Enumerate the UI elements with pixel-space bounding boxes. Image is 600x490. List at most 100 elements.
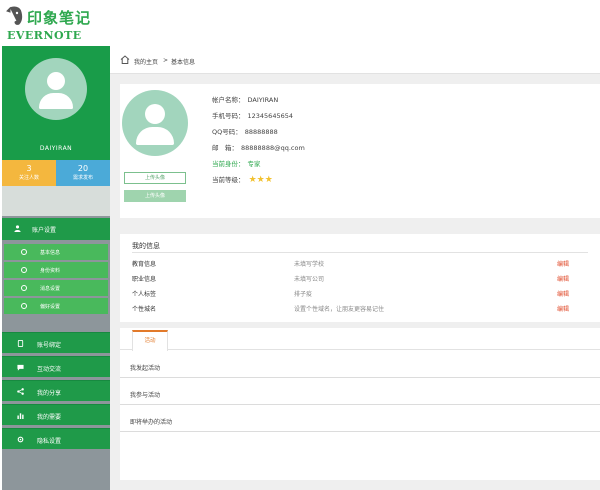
- avatar[interactable]: [25, 58, 87, 120]
- row-value: 未填写学校: [294, 261, 325, 268]
- tab-activities[interactable]: 活动: [132, 330, 168, 351]
- stat-follow-count: 3: [26, 164, 32, 173]
- circle-icon: [21, 303, 27, 309]
- activities-tab-bar: 活动: [120, 328, 600, 351]
- sidebar-item-privacy[interactable]: 隐私设置: [2, 428, 110, 449]
- breadcrumb-separator: >: [163, 57, 169, 64]
- home-icon[interactable]: [120, 55, 130, 64]
- field-account-name: 帐户名称： DAIYIRAN: [212, 94, 278, 104]
- activity-row-label: 我参与活动: [130, 392, 161, 399]
- profile-avatar[interactable]: [122, 90, 188, 156]
- field-value: 88888888: [244, 128, 278, 136]
- sidebar-item-my-shares[interactable]: 我的分享: [2, 380, 110, 401]
- sidebar-profile: DAIYIRAN: [2, 46, 110, 160]
- info-row-domain: 个性城名 设置个性域名，让朋友更容易记住 编辑: [132, 301, 588, 315]
- circle-icon: [21, 267, 27, 273]
- sidebar-username: DAIYIRAN: [39, 145, 73, 152]
- row-value: 排子疫: [294, 291, 313, 298]
- field-value: 专家: [247, 160, 261, 168]
- evernote-elephant-icon: [6, 6, 23, 25]
- activity-row-label: 即将举办的活动: [130, 419, 173, 426]
- avatar-body-icon: [39, 93, 73, 109]
- star-icon: ★: [264, 175, 273, 185]
- field-label: 帐户名称：: [212, 96, 245, 104]
- my-info-card: 我的信息 教育信息 未填写学校 编辑 职业信息 未填写公司 编辑 个人标签 排子…: [120, 234, 600, 322]
- sidebar-item-label: 我的需要: [37, 414, 62, 421]
- field-value: 88888888@qq.com: [241, 144, 305, 152]
- activities-card: 活动 我发起活动 我参与活动 即将举办的活动: [120, 328, 600, 480]
- field-label: 当前等级：: [212, 176, 245, 184]
- stat-publish-label: 需求发布: [72, 175, 93, 181]
- stat-publish[interactable]: 20 需求发布: [56, 160, 110, 186]
- sidebar-item-identity[interactable]: 身份资料: [4, 262, 108, 278]
- sidebar: DAIYIRAN 3 关注人数 20 需求发布 账户设置 基本信息 身份资料 消…: [2, 46, 110, 490]
- logo-en-text: EVERNOTE: [7, 29, 82, 42]
- sidebar-item-label: 我的分享: [37, 390, 62, 397]
- person-icon: [14, 225, 21, 232]
- sidebar-account-settings[interactable]: 账户设置: [2, 218, 110, 240]
- sidebar-item-my-needs[interactable]: 我的需要: [2, 404, 110, 425]
- sidebar-item-preferences[interactable]: 偏好设置: [4, 298, 108, 314]
- field-qq: QQ号码： 88888888: [212, 126, 278, 136]
- info-row-career: 职业信息 未填写公司 编辑: [132, 271, 588, 285]
- breadcrumb: 我的主页 > 基本信息: [110, 46, 600, 74]
- avatar-body-icon: [136, 127, 174, 145]
- sidebar-item-label: 身份资料: [40, 268, 61, 274]
- profile-card: 上传头像 上传头像 帐户名称： DAIYIRAN 手机号码： 12345645654…: [120, 84, 600, 218]
- star-icon: ★: [248, 175, 257, 185]
- edit-link[interactable]: 编辑: [557, 274, 569, 283]
- sidebar-spacer: [2, 186, 110, 216]
- sidebar-item-account-binding[interactable]: 账号绑定: [2, 332, 110, 353]
- sidebar-item-label: 隐私设置: [37, 438, 62, 445]
- divider: [132, 252, 588, 253]
- field-label: 邮 箱：: [212, 144, 238, 152]
- sidebar-item-label: 账号绑定: [37, 342, 62, 349]
- breadcrumb-home-link[interactable]: 我的主页: [134, 57, 158, 66]
- logo-cn-text: 印象笔记: [27, 9, 92, 27]
- info-row-tags: 个人标签 排子疫 编辑: [132, 286, 588, 300]
- row-label: 教育信息: [132, 261, 157, 268]
- field-value: 12345645654: [247, 112, 294, 120]
- field-label: 手机号码：: [212, 112, 245, 120]
- field-label: QQ号码：: [212, 128, 242, 136]
- level-stars: ★★★: [248, 175, 273, 185]
- sidebar-item-label: 互动交流: [37, 366, 62, 373]
- circle-icon: [21, 285, 27, 291]
- chat-icon: [17, 364, 24, 371]
- row-value: 设置个性域名，让朋友更容易记住: [294, 306, 385, 313]
- edit-link[interactable]: 编辑: [557, 304, 569, 313]
- brand-logo[interactable]: 印象笔记 EVERNOTE: [0, 0, 600, 46]
- row-label: 个人标签: [132, 291, 157, 298]
- my-info-title: 我的信息: [132, 242, 160, 250]
- upload-avatar-submit-button[interactable]: 上传头像: [124, 190, 186, 202]
- row-value: 未填写公司: [294, 276, 325, 283]
- gear-icon: [17, 436, 24, 443]
- sidebar-item-message-settings[interactable]: 消息设置: [4, 280, 108, 296]
- circle-icon: [21, 249, 27, 255]
- row-label: 职业信息: [132, 276, 157, 283]
- edit-link[interactable]: 编辑: [557, 289, 569, 298]
- field-email: 邮 箱： 88888888@qq.com: [212, 142, 305, 152]
- activity-row-initiated[interactable]: 我发起活动: [120, 354, 600, 378]
- field-phone: 手机号码： 12345645654: [212, 110, 293, 120]
- sidebar-item-label: 偏好设置: [40, 304, 61, 310]
- field-identity: 当前身份： 专家: [212, 158, 261, 168]
- upload-avatar-button[interactable]: 上传头像: [124, 172, 186, 184]
- sidebar-item-basic-info[interactable]: 基本信息: [4, 244, 108, 260]
- field-value: DAIYIRAN: [247, 96, 279, 104]
- bar-chart-icon: [17, 413, 24, 419]
- app-window: 印象笔记 EVERNOTE DAIYIRAN 3 关注人数 20 需求发布 账户…: [0, 0, 600, 490]
- sidebar-item-label: 消息设置: [40, 286, 61, 292]
- edit-link[interactable]: 编辑: [557, 259, 569, 268]
- sidebar-item-interaction[interactable]: 互动交流: [2, 356, 110, 377]
- info-row-education: 教育信息 未填写学校 编辑: [132, 256, 588, 270]
- star-icon: ★: [256, 175, 265, 185]
- activity-row-joined[interactable]: 我参与活动: [120, 381, 600, 405]
- row-label: 个性城名: [132, 306, 157, 313]
- stats-bar: 3 关注人数 20 需求发布: [2, 160, 110, 186]
- field-label: 当前身份：: [212, 160, 245, 168]
- activity-row-upcoming[interactable]: 即将举办的活动: [120, 408, 600, 432]
- main-content: 我的主页 > 基本信息 上传头像 上传头像 帐户名称： DAIYIRAN 手机号码…: [110, 46, 600, 490]
- stat-follow[interactable]: 3 关注人数: [2, 160, 56, 186]
- phone-icon: [17, 340, 24, 347]
